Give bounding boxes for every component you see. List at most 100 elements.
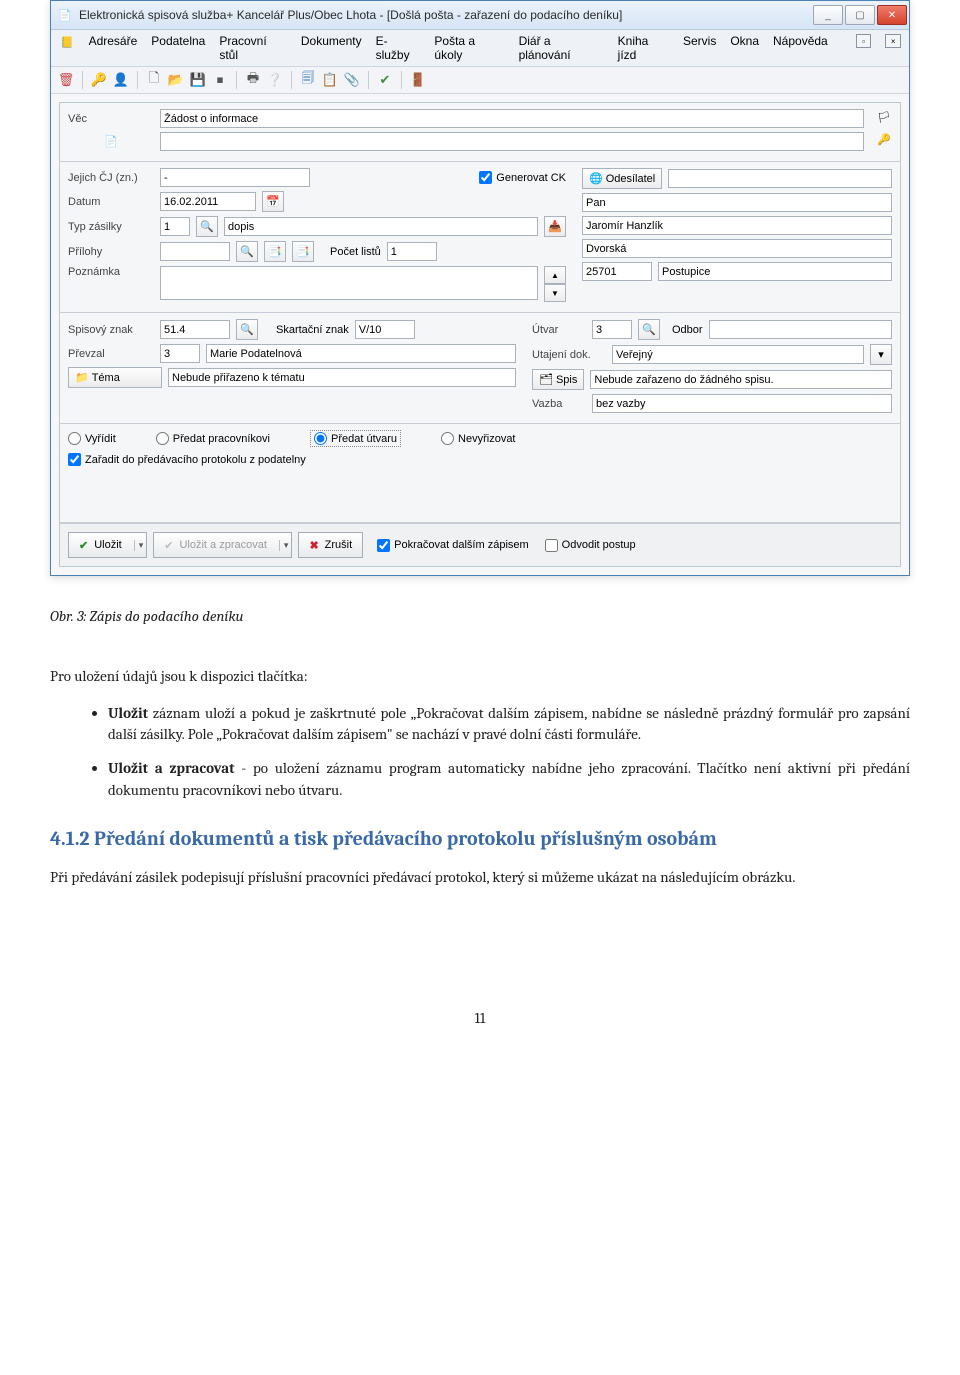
tb-new-icon[interactable]: 🗋 [145,71,163,89]
typ-lookup-icon[interactable]: 🔍 [196,216,218,237]
flag-icon[interactable]: 🏳 [876,109,892,125]
menu-diar[interactable]: Diář a plánování [519,34,604,62]
ulozit-button[interactable]: ✔ Uložit ▾ [68,532,147,558]
spisovy-lookup-icon[interactable]: 🔍 [236,319,258,340]
tb-check-icon[interactable]: ✔ [376,71,394,89]
tb-attach-icon[interactable]: 📎 [343,71,361,89]
poznamka-label: Poznámka [68,266,154,278]
pocet-listu-input[interactable] [387,242,437,261]
tb-paste-icon[interactable]: 📋 [321,71,339,89]
prilohy-icon1[interactable]: 🔍 [236,241,258,262]
chevron-down-icon[interactable]: ▾ [134,540,144,551]
utajeni-input[interactable] [612,345,864,364]
spis-button[interactable]: 🗂 Spis [532,369,584,390]
odvodit-checkbox[interactable]: Odvodit postup [545,539,636,552]
titlebar: 📄 Elektronická spisová služba+ Kancelář … [51,1,909,30]
key-icon[interactable]: 🔑 [876,131,892,147]
utvar-label: Útvar [532,324,586,336]
odesilatel-pan-input[interactable] [582,193,892,212]
radio-nevyrizovat[interactable]: Nevyřizovat [441,432,515,445]
radio-vyridit[interactable]: Vyřídit [68,432,116,445]
chk-zaradit[interactable]: Zařadit do předávacího protokolu z podat… [68,453,306,466]
vazba-input[interactable] [592,394,892,413]
mdi-close-icon[interactable]: × [885,34,901,48]
vec-input[interactable] [160,109,864,128]
jejich-cj-label: Jejich ČJ (zn.) [68,172,154,184]
maximize-button[interactable]: ▢ [845,5,875,25]
skartacni-label: Skartační znak [276,324,349,336]
tb-exit-icon[interactable]: 🚪 [409,71,427,89]
intro-text: Pro uložení údajů jsou k dispozici tlačí… [50,666,910,688]
tb-delete-icon[interactable]: 🗑 [57,71,75,89]
tema-input[interactable] [168,368,516,387]
zrusit-button[interactable]: ✖ Zrušit [298,532,363,558]
minimize-button[interactable]: _ [813,5,843,25]
tb-user-icon[interactable]: 👤 [112,71,130,89]
menu-esluzby[interactable]: E-služby [376,34,421,62]
scroll-down-icon[interactable]: ▼ [544,284,566,302]
prilohy-input[interactable] [160,242,230,261]
tb-open-icon[interactable]: 📂 [167,71,185,89]
typ-value-input[interactable] [224,217,538,236]
menu-kniha-jizd[interactable]: Kniha jízd [618,34,669,62]
globe-icon: 🌐 [589,172,603,185]
generovat-ck-checkbox[interactable]: Generovat CK [479,171,566,184]
prilohy-icon3[interactable]: 📑 [292,241,314,262]
spis-icon: 🗂 [539,373,553,386]
menu-napoveda[interactable]: Nápověda [773,34,828,62]
typ-side-icon[interactable]: 📥 [544,216,566,237]
odesilatel-search-input[interactable] [668,169,892,188]
skartacni-input[interactable] [355,320,415,339]
odbor-input[interactable] [709,320,892,339]
odesilatel-obec-input[interactable] [658,262,892,281]
prevzal-num-input[interactable] [160,344,200,363]
radio-predat-prac[interactable]: Předat pracovníkovi [156,432,270,445]
odesilatel-jmeno-input[interactable] [582,216,892,235]
utajeni-dropdown-icon[interactable]: ▾ [870,344,892,365]
menu-podatelna[interactable]: Podatelna [151,34,205,62]
menu-pracovni-stul[interactable]: Pracovní stůl [219,34,287,62]
prilohy-label: Přílohy [68,246,154,258]
menu-okna[interactable]: Okna [730,34,759,62]
menu-servis[interactable]: Servis [683,34,716,62]
typ-num-input[interactable] [160,217,190,236]
tb-copy-icon[interactable]: 🗐 [299,71,317,89]
window-title: Elektronická spisová služba+ Kancelář Pl… [79,8,807,22]
vec-label: Věc [68,113,154,125]
prilohy-icon2[interactable]: 📑 [264,241,286,262]
odesilatel-button[interactable]: 🌐 Odesílatel [582,168,662,189]
tema-button[interactable]: 📁 Téma [68,367,162,388]
spis-input[interactable] [590,370,892,389]
menu-dokumenty[interactable]: Dokumenty [301,34,362,62]
mdi-restore-icon[interactable]: ▫ [856,34,872,48]
scroll-up-icon[interactable]: ▲ [544,266,566,284]
poznamka-input[interactable] [160,266,538,300]
close-button[interactable]: ✕ [877,5,907,25]
odesilatel-psc-input[interactable] [582,262,652,281]
datum-input[interactable] [160,192,256,211]
calendar-icon[interactable]: 📅 [262,191,284,212]
tb-print-icon[interactable]: 🖶 [244,71,262,89]
tb-help-icon[interactable]: ❔ [266,71,284,89]
prevzal-value-input[interactable] [206,344,516,363]
odbor-label: Odbor [672,324,703,336]
radio-predat-utvaru[interactable]: Předat útvaru [310,430,401,447]
doc-small-icon[interactable]: 📄 [68,134,154,150]
cross-icon: ✖ [309,539,318,552]
vazba-label: Vazba [532,398,586,410]
tb-save-icon[interactable]: 💾 [189,71,207,89]
datum-label: Datum [68,196,154,208]
utvar-lookup-icon[interactable]: 🔍 [638,319,660,340]
menu-posta[interactable]: Pošta a úkoly [434,34,504,62]
utvar-input[interactable] [592,320,632,339]
menu-adresare[interactable]: Adresáře [89,34,138,62]
odesilatel-ulice-input[interactable] [582,239,892,258]
jejich-cj-input[interactable] [160,168,310,187]
pokracovat-checkbox[interactable]: Pokračovat dalším zápisem [377,539,529,552]
spisovy-znak-input[interactable] [160,320,230,339]
check-icon-disabled: ✔ [164,539,173,552]
tb-stop-icon[interactable]: ⏹ [211,71,229,89]
vec-sub-input[interactable] [160,132,864,151]
check-icon: ✔ [79,539,88,552]
tb-key-icon[interactable]: 🔑 [90,71,108,89]
